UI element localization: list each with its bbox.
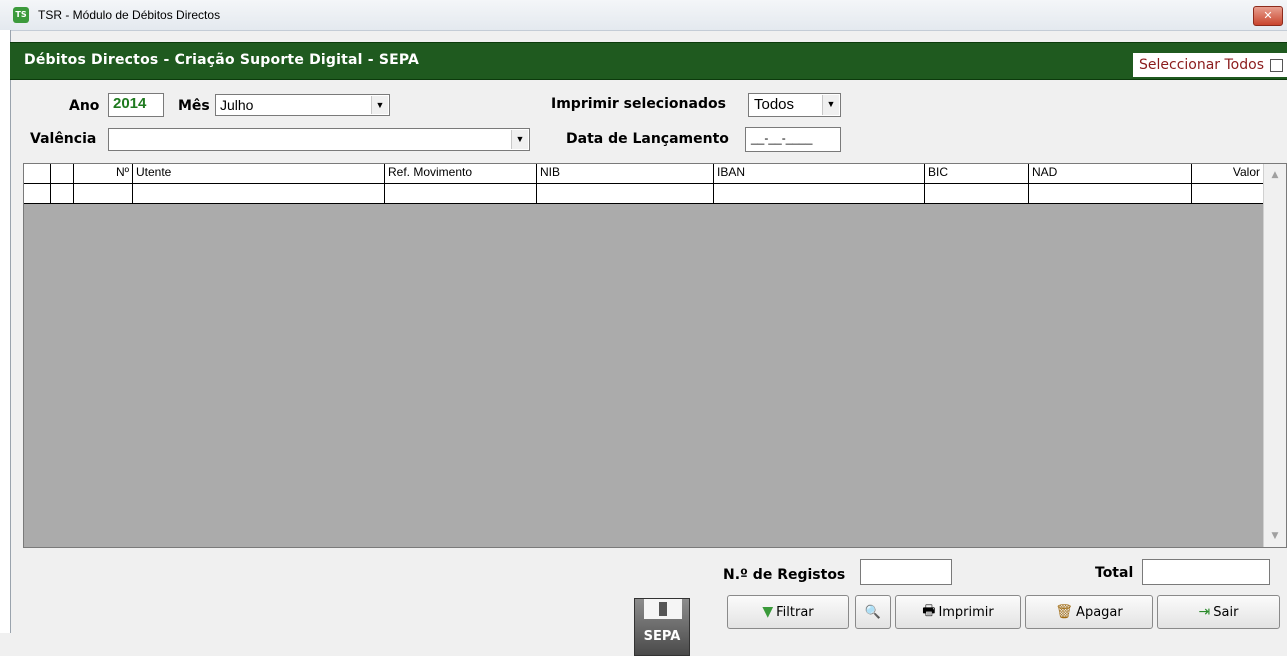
col-header-valor[interactable]: Valor [1192, 164, 1264, 183]
col-header-bic[interactable]: BIC [925, 164, 1029, 183]
scroll-down-icon[interactable]: ▼ [1267, 528, 1283, 544]
col-header-numero[interactable]: Nº [74, 164, 133, 183]
ano-label: Ano [69, 98, 100, 114]
row-selector[interactable] [24, 184, 51, 203]
data-lancamento-input[interactable]: __-__-____ [745, 127, 841, 152]
sepa-export-button[interactable]: SEPA [634, 598, 690, 656]
floppy-slot [659, 602, 667, 616]
filter-icon: ▼ [762, 604, 774, 620]
table-cell[interactable] [385, 184, 537, 203]
vertical-scrollbar[interactable]: ▲ ▼ [1263, 164, 1286, 547]
header-band: Débitos Directos - Criação Suporte Digit… [10, 42, 1287, 80]
scroll-up-icon[interactable]: ▲ [1267, 167, 1283, 183]
grid-header: Nº Utente Ref. Movimento NIB IBAN BIC NA… [24, 164, 1265, 184]
exit-door-icon: ⇥ [1198, 604, 1211, 620]
title-bar: TS TSR - Módulo de Débitos Directos ✕ [0, 0, 1287, 31]
table-row[interactable] [24, 184, 1265, 204]
filtrar-button[interactable]: ▼ Filtrar [727, 595, 849, 629]
select-all-checkbox[interactable] [1270, 58, 1283, 72]
total-field [1142, 559, 1270, 585]
col-header-select [24, 164, 51, 183]
registos-label: N.º de Registos [723, 567, 846, 583]
table-cell[interactable] [74, 184, 133, 203]
ano-input[interactable]: 2014 [108, 93, 164, 117]
page-title: Débitos Directos - Criação Suporte Digit… [24, 52, 420, 68]
col-header-iban[interactable]: IBAN [714, 164, 925, 183]
table-cell[interactable] [1029, 184, 1192, 203]
valencia-select[interactable]: ▼ [108, 128, 530, 151]
col-header-flag [51, 164, 74, 183]
sepa-label: SEPA [643, 629, 681, 644]
imprimir-selecionados-label: Imprimir selecionados [551, 96, 726, 112]
total-label: Total [1095, 565, 1134, 581]
col-header-nib[interactable]: NIB [537, 164, 714, 183]
select-all-toggle[interactable]: Seleccionar Todos [1133, 53, 1287, 77]
mes-value: Julho [220, 97, 254, 113]
data-lancamento-label: Data de Lançamento [566, 131, 729, 147]
table-cell[interactable] [51, 184, 74, 203]
imprimir-button[interactable]: 🖶 Imprimir [895, 595, 1021, 629]
close-icon: ✕ [1263, 9, 1273, 22]
table-cell[interactable] [537, 184, 714, 203]
left-border [0, 30, 11, 633]
chevron-down-icon[interactable]: ▼ [371, 96, 388, 114]
col-header-utente[interactable]: Utente [133, 164, 385, 183]
filtrar-label: Filtrar [776, 604, 814, 620]
mes-select[interactable]: Julho ▼ [215, 94, 390, 116]
table-cell[interactable] [133, 184, 385, 203]
chevron-down-icon[interactable]: ▼ [822, 95, 839, 115]
preview-button[interactable]: 🔍 [855, 595, 891, 629]
col-header-nad[interactable]: NAD [1029, 164, 1192, 183]
sair-label: Sair [1213, 604, 1239, 620]
window-title: TSR - Módulo de Débitos Directos [38, 8, 221, 22]
app-icon: TS [13, 7, 29, 23]
select-all-label: Seleccionar Todos [1139, 57, 1264, 73]
col-header-ref-movimento[interactable]: Ref. Movimento [385, 164, 537, 183]
sair-button[interactable]: ⇥ Sair [1157, 595, 1280, 629]
apagar-button[interactable]: 🗑 Apagar [1025, 595, 1153, 629]
imprimir-selecionados-value: Todos [754, 96, 795, 113]
table-cell[interactable] [1192, 184, 1264, 203]
imprimir-label: Imprimir [938, 604, 994, 620]
apagar-label: Apagar [1076, 604, 1123, 620]
mes-label: Mês [178, 98, 210, 114]
movements-grid[interactable]: Nº Utente Ref. Movimento NIB IBAN BIC NA… [23, 163, 1287, 548]
valencia-label: Valência [30, 131, 97, 147]
imprimir-selecionados-select[interactable]: Todos ▼ [748, 93, 841, 117]
preview-icon: 🔍 [864, 604, 882, 620]
close-button[interactable]: ✕ [1253, 6, 1283, 26]
chevron-down-icon[interactable]: ▼ [511, 130, 528, 149]
printer-icon: 🖶 [922, 603, 936, 619]
table-cell[interactable] [714, 184, 925, 203]
trash-icon: 🗑 [1055, 604, 1074, 620]
table-cell[interactable] [925, 184, 1029, 203]
registos-field [860, 559, 952, 585]
